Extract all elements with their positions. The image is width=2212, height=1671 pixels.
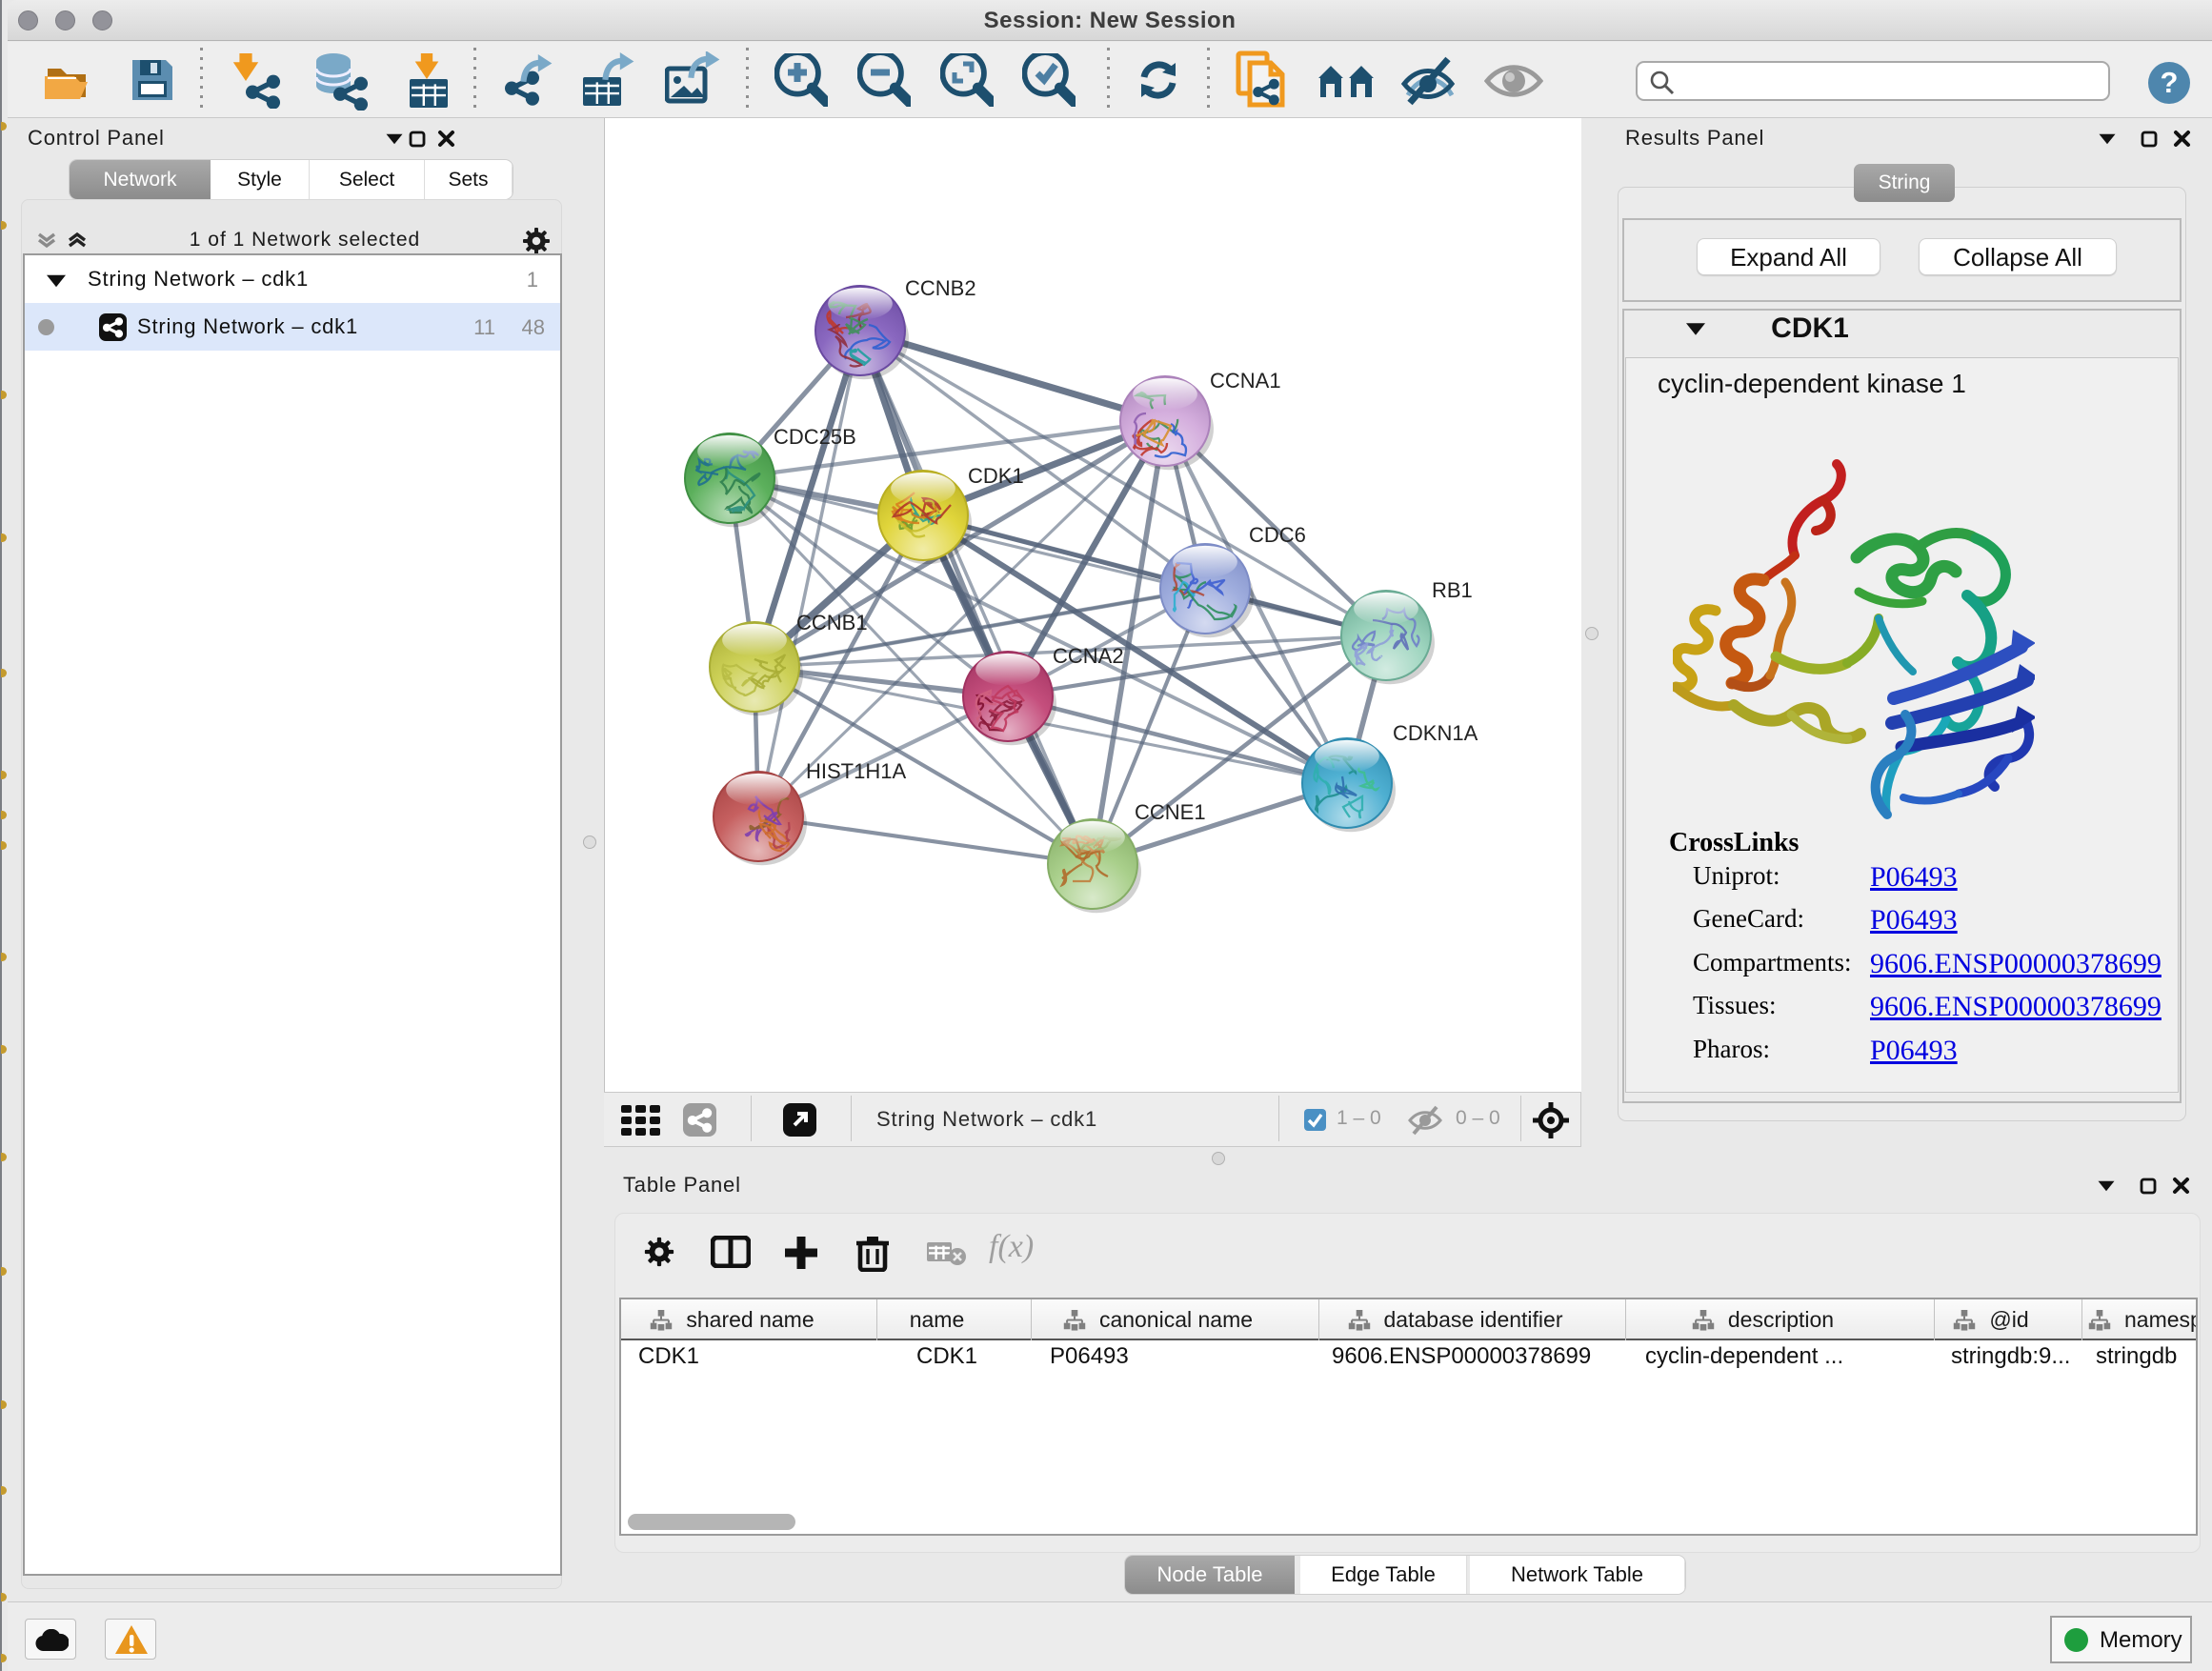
svg-text:HIST1H1A: HIST1H1A [806, 759, 906, 783]
svg-text:CCNA2: CCNA2 [1053, 644, 1124, 668]
svg-text:CDC25B: CDC25B [774, 425, 856, 449]
svg-text:CDKN1A: CDKN1A [1393, 721, 1478, 745]
svg-text:CCNB1: CCNB1 [796, 611, 868, 634]
svg-text:CCNB2: CCNB2 [905, 276, 976, 300]
svg-text:CCNA1: CCNA1 [1210, 369, 1281, 393]
svg-text:CCNE1: CCNE1 [1135, 800, 1206, 824]
svg-text:CDC6: CDC6 [1249, 523, 1306, 547]
svg-text:RB1: RB1 [1432, 578, 1473, 602]
svg-text:CDK1: CDK1 [968, 464, 1024, 488]
